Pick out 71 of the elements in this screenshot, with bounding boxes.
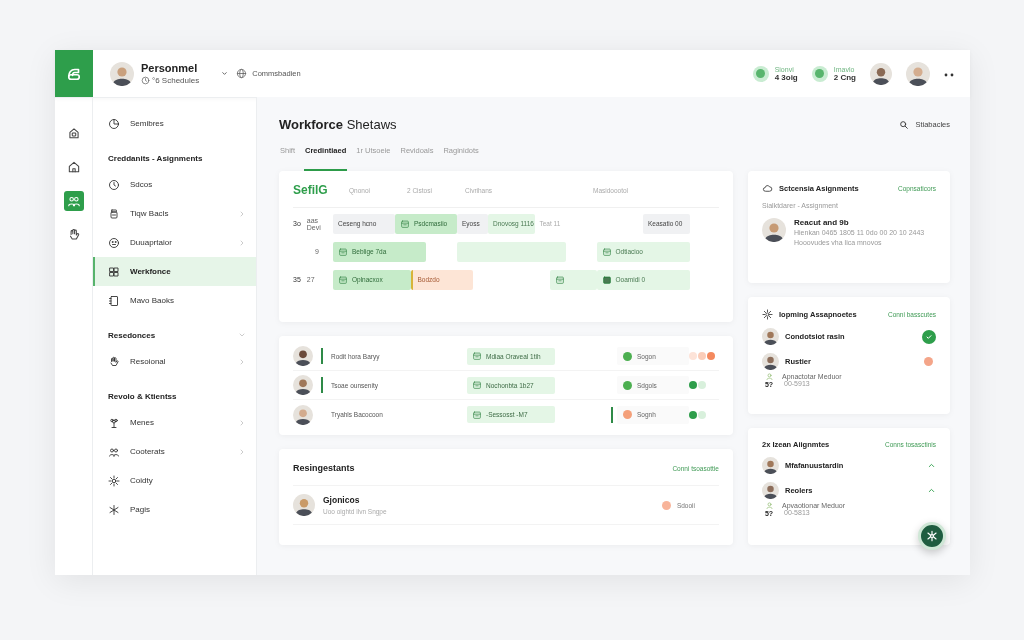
- page-title: Workforce Shetaws: [279, 117, 397, 132]
- status-icon: [811, 65, 828, 82]
- card-title: Resingestants: [293, 463, 355, 473]
- stat-value: 4 3oig: [774, 72, 798, 82]
- chevron-up-icon[interactable]: [927, 461, 936, 470]
- pie-chart-icon: [108, 117, 120, 130]
- calendar-icon: [472, 380, 482, 390]
- calendar-icon: [601, 246, 612, 257]
- section-heading: Creddanits - Asignments: [108, 153, 204, 163]
- calendar-icon: [338, 274, 348, 285]
- avatar: [110, 61, 134, 86]
- jar-icon: [108, 207, 120, 220]
- profile-name: Personmel: [141, 62, 199, 74]
- avatar: [293, 375, 313, 395]
- clock-icon: [141, 76, 150, 85]
- chevron-up-icon[interactable]: [927, 486, 936, 495]
- search-icon[interactable]: [899, 119, 910, 130]
- people-icon: [108, 445, 120, 458]
- asterisk-icon: [108, 503, 120, 516]
- clock-icon: [108, 178, 120, 191]
- person-name: Gjonicos: [323, 495, 361, 505]
- avatar: [293, 346, 313, 366]
- section-heading: Resedonces: [108, 330, 157, 340]
- avatar: [762, 457, 779, 474]
- calendar-icon: [472, 351, 482, 361]
- avatar: [906, 61, 930, 86]
- calendar-icon: [472, 409, 482, 420]
- flower-icon: [108, 416, 120, 429]
- sidebar-item[interactable]: Semibres: [93, 109, 256, 138]
- more-icon: [944, 72, 954, 77]
- avatar: [762, 218, 786, 242]
- calendar-icon: [400, 218, 410, 229]
- section-heading: Revolo & Ktientss: [108, 391, 178, 401]
- sidebar-item[interactable]: Coidty: [93, 466, 256, 495]
- sidebar-item[interactable]: Mavo Baoks: [93, 286, 256, 315]
- calendar-icon: [338, 246, 348, 257]
- home-icon: [66, 160, 81, 174]
- cloud-icon: [762, 183, 773, 194]
- rail-button[interactable]: [63, 191, 84, 211]
- sidebar-item[interactable]: Resoional: [93, 347, 256, 376]
- avatar: [293, 494, 315, 516]
- face-icon: [108, 236, 120, 249]
- people-icon: [66, 194, 81, 208]
- sidebar-item[interactable]: Sdcos: [93, 170, 256, 199]
- sidebar-item[interactable]: Pagis: [93, 495, 256, 524]
- avatar: [762, 353, 779, 370]
- hand-icon: [108, 355, 120, 368]
- avatar: [762, 328, 779, 345]
- sidebar-item[interactable]: Werkfonce: [93, 257, 256, 286]
- app-logo[interactable]: [55, 50, 93, 97]
- grid-icon: [108, 265, 120, 278]
- network-icon: [925, 529, 939, 543]
- avatar: [870, 62, 892, 85]
- caret-icon[interactable]: [221, 70, 229, 77]
- schedule-count: °6 Schedules: [152, 76, 200, 85]
- sidebar-item[interactable]: Duuaprtaior: [93, 228, 256, 257]
- status-icon: [752, 65, 769, 82]
- stat-value: 2 Cng: [833, 72, 856, 82]
- avatar: [293, 404, 313, 425]
- person-name: Reacut and 9b: [794, 218, 850, 227]
- sidebar-item[interactable]: Menes: [93, 408, 256, 437]
- globe-icon: [236, 68, 248, 79]
- book-icon: [108, 294, 120, 307]
- avatar: [762, 482, 779, 499]
- house-lock-icon: [66, 126, 81, 140]
- sidebar-item[interactable]: Cooterats: [93, 437, 256, 466]
- calendar-icon: [555, 274, 565, 285]
- shift-block[interactable]: [550, 269, 597, 290]
- sidebar-item[interactable]: Tiqw Bacls: [93, 199, 256, 228]
- schedule-title: SefilG: [293, 183, 329, 197]
- calendar-icon: [601, 274, 612, 285]
